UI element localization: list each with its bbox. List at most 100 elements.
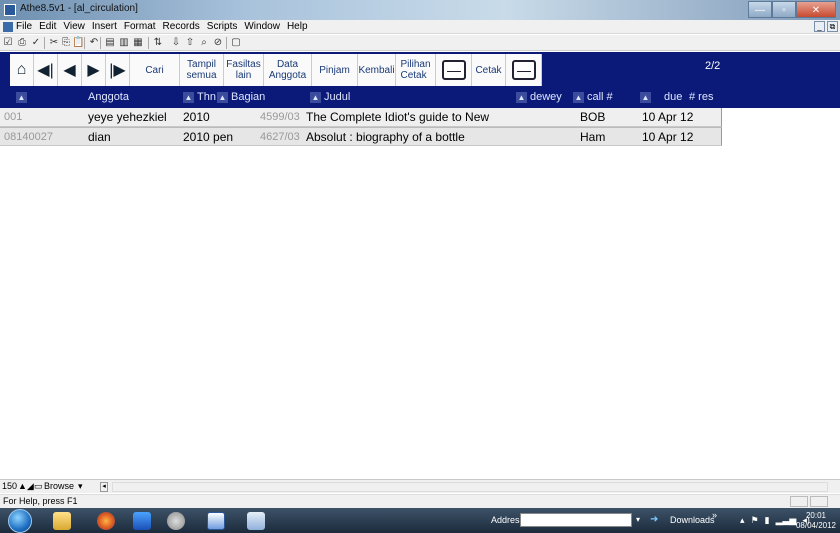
first-record-button[interactable]: ◀| [34, 54, 58, 86]
downloads-toolbar[interactable]: Downloads [670, 515, 715, 525]
find-icon[interactable]: ⌕ [198, 37, 210, 49]
app-icon[interactable] [4, 4, 16, 16]
new-record-icon[interactable]: ▤ [104, 37, 116, 49]
clock[interactable]: 20:01 08/04/2012 [796, 511, 836, 531]
copy-icon[interactable]: ⎘ [60, 37, 72, 49]
scroll-left-button[interactable]: ◂ [100, 482, 108, 492]
member-id[interactable]: 001 [4, 108, 22, 127]
book-code[interactable]: 4599/03 [260, 108, 300, 127]
data-anggota-button[interactable]: Data Anggota [264, 54, 312, 86]
word-taskbar-button[interactable] [196, 510, 236, 532]
year-field[interactable]: 2010 [183, 108, 210, 127]
action-center-icon[interactable]: ⚑ [751, 515, 759, 526]
toolbar-overflow-icon[interactable]: » [712, 510, 717, 520]
paste-icon[interactable]: 📋 [72, 37, 84, 49]
due-date[interactable]: 10 Apr 12 [642, 128, 693, 147]
year-field[interactable]: 2010 pen [183, 128, 233, 147]
menu-edit[interactable]: Edit [39, 21, 56, 32]
checkbox-icon[interactable]: ☑ [2, 37, 14, 49]
menu-records[interactable]: Records [163, 21, 200, 32]
column-header-dewey[interactable]: ▲ dewey [516, 88, 562, 106]
maximize-button[interactable]: ▫ [772, 1, 796, 18]
book-code[interactable]: 4627/03 [260, 128, 300, 147]
column-header-thn[interactable]: ▲ Thn [183, 88, 216, 106]
document-icon[interactable] [3, 22, 13, 32]
menu-scripts[interactable]: Scripts [207, 21, 238, 32]
table-row[interactable]: 08140027 dian 2010 pen 4627/03 Absolut :… [0, 127, 722, 146]
pinjam-label: Pinjam [319, 64, 350, 76]
zoom-icon[interactable]: ▲◢▭ [18, 481, 42, 492]
menu-view[interactable]: View [63, 21, 85, 32]
table-row[interactable]: 001 yeye yehezkiel 2010 4599/03 The Comp… [0, 108, 722, 127]
member-id[interactable]: 08140027 [4, 128, 53, 147]
print-button[interactable] [506, 54, 542, 86]
menu-window[interactable]: Window [244, 21, 280, 32]
menu-file[interactable]: File [16, 21, 32, 32]
book-title[interactable]: Absolut : biography of a bottle [306, 128, 465, 147]
book-title[interactable]: The Complete Idiot's guide to New [306, 108, 489, 127]
print-icon[interactable]: ⎙ [16, 37, 28, 49]
home-button[interactable]: ⌂ [10, 54, 34, 86]
horizontal-scrollbar[interactable] [112, 482, 828, 492]
filemaker-taskbar-button[interactable] [236, 510, 276, 532]
explorer-taskbar-button[interactable] [42, 510, 82, 532]
menu-insert[interactable]: Insert [92, 21, 117, 32]
menu-format[interactable]: Format [124, 21, 156, 32]
pilihan-cetak-label: Pilihan Cetak [400, 59, 431, 81]
undo-icon[interactable]: ↶ [88, 37, 100, 49]
duplicate-record-icon[interactable]: ▥ [118, 37, 130, 49]
delete-record-icon[interactable]: ▦ [132, 37, 144, 49]
close-button[interactable]: ✕ [796, 1, 836, 18]
column-header-call[interactable]: ▲ call # [573, 88, 613, 106]
next-record-button[interactable]: ▶ [82, 54, 106, 86]
call-number[interactable]: BOB [580, 108, 605, 127]
sort-arrow-icon: ▲ [183, 91, 194, 103]
call-number[interactable]: Ham [580, 128, 605, 147]
prev-record-button[interactable]: ◀ [58, 54, 82, 86]
address-dropdown-icon[interactable]: ▾ [636, 513, 646, 527]
member-name[interactable]: dian [88, 128, 111, 147]
import-icon[interactable]: ⇩ [170, 37, 182, 49]
cetak-button[interactable]: Cetak [472, 54, 506, 86]
omit-icon[interactable]: ⊘ [212, 37, 224, 49]
printer-icon [511, 60, 536, 80]
fasiltas-lain-button[interactable]: Fasiltas lain [224, 54, 264, 86]
battery-icon[interactable]: ▮ [765, 515, 770, 526]
column-header-bagian[interactable]: ▲ Bagian [217, 88, 265, 106]
mdi-restore-button[interactable]: ⧉ [827, 21, 838, 32]
fasiltas-lain-label: Fasiltas lain [226, 59, 261, 81]
preview-icon[interactable]: ▢ [230, 37, 242, 49]
data-anggota-label: Data Anggota [268, 59, 307, 81]
sort-due-button[interactable]: ▲ [640, 88, 654, 106]
last-record-button[interactable]: |▶ [106, 54, 130, 86]
due-date[interactable]: 10 Apr 12 [642, 108, 693, 127]
go-arrow-icon[interactable]: ➜ [650, 513, 664, 527]
pilihan-cetak-button[interactable]: Pilihan Cetak [396, 54, 436, 86]
address-input[interactable] [520, 513, 632, 527]
folder-icon [53, 512, 71, 530]
network-icon[interactable]: ▂▃▅ [776, 515, 797, 526]
tampil-semua-button[interactable]: Tampil semua [180, 54, 224, 86]
pinjam-button[interactable]: Pinjam [312, 54, 358, 86]
column-header-judul[interactable]: ▲ Judul [310, 88, 350, 106]
mode-selector[interactable]: Browse [44, 481, 74, 491]
zoom-level[interactable]: 150 [2, 481, 17, 491]
firefox-taskbar-button[interactable] [86, 510, 126, 532]
menu-help[interactable]: Help [287, 21, 308, 32]
cut-icon[interactable]: ✂ [48, 37, 60, 49]
start-button[interactable] [8, 509, 32, 533]
kembali-button[interactable]: Kembali [358, 54, 396, 86]
chrome-taskbar-button[interactable] [156, 510, 196, 532]
spellcheck-icon[interactable]: ✓ [30, 37, 42, 49]
export-icon[interactable]: ⇧ [184, 37, 196, 49]
sort-icon[interactable]: ⇅ [152, 37, 164, 49]
show-hidden-icons-icon[interactable]: ▴ [740, 515, 745, 526]
print-options-button[interactable] [436, 54, 472, 86]
minimize-button[interactable]: — [748, 1, 772, 18]
sort-anggota-id-button[interactable]: ▲ [16, 88, 30, 106]
cari-button[interactable]: Cari [130, 54, 180, 86]
member-name[interactable]: yeye yehezkiel [88, 108, 167, 127]
mode-dropdown-icon[interactable]: ▾ [78, 481, 83, 492]
mdi-minimize-button[interactable]: _ [814, 21, 825, 32]
home-icon: ⌂ [16, 61, 27, 78]
